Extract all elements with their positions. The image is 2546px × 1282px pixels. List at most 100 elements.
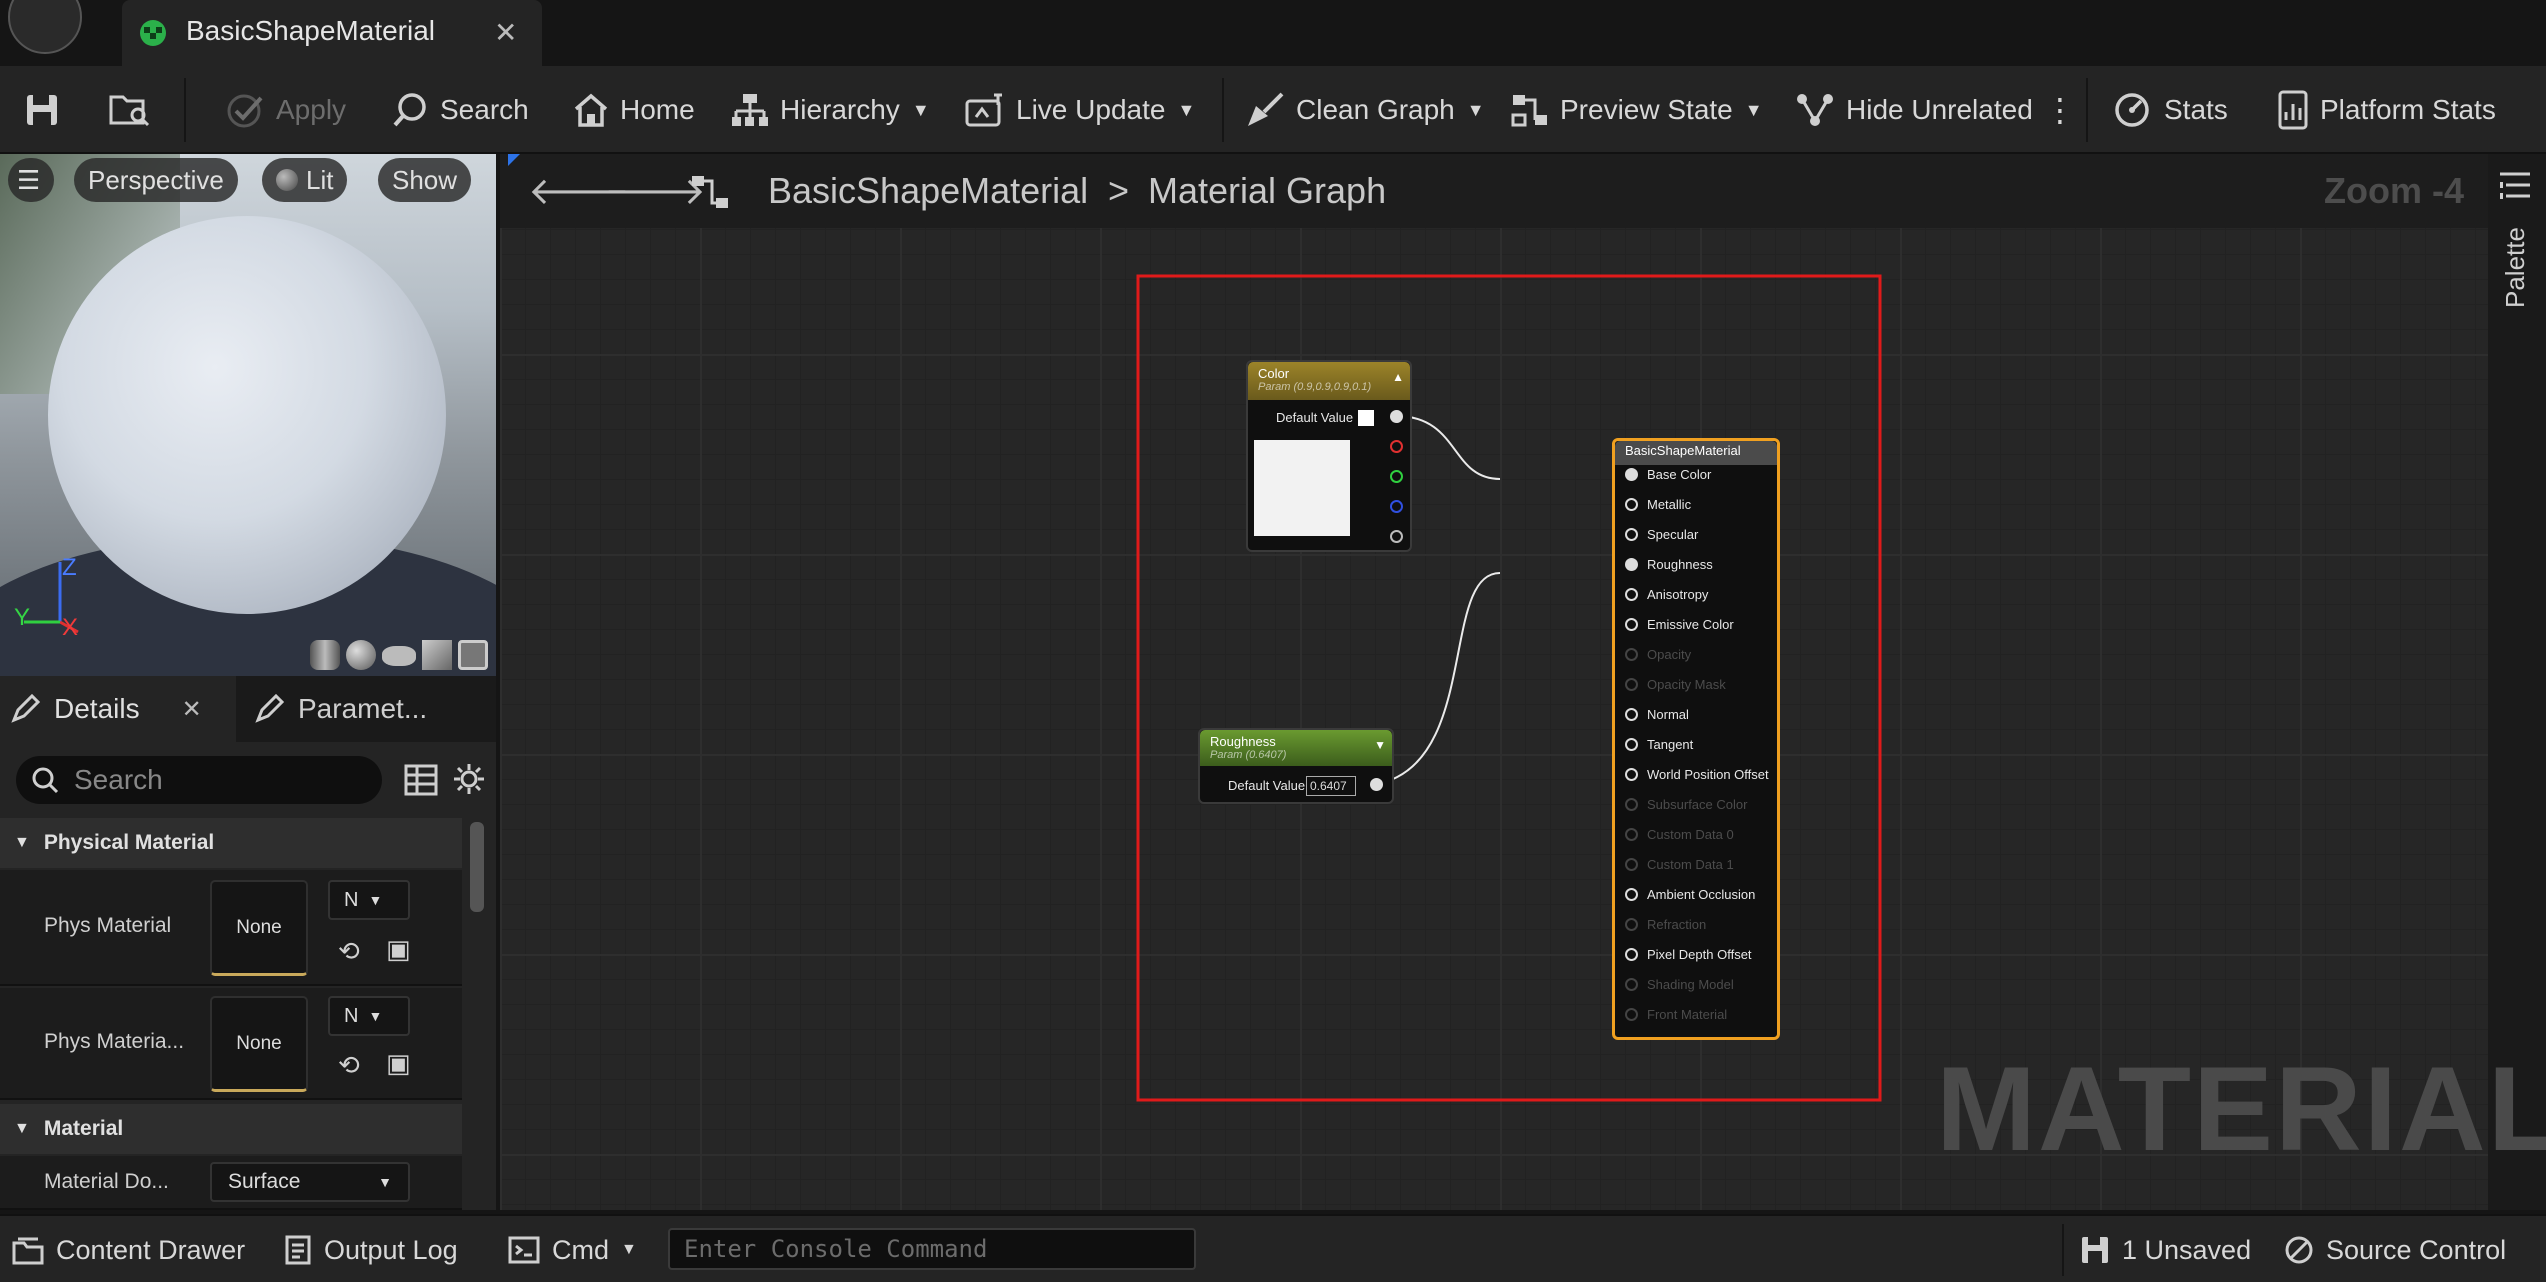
color-param-node[interactable]: Color Param (0.9,0.9,0.9,0.1) ▲ Default … [1246,360,1412,552]
content-drawer-button[interactable]: Content Drawer [12,1226,245,1274]
stats-button[interactable]: Stats [2112,84,2228,136]
hide-unrelated-button[interactable]: Hide Unrelated [1794,84,2033,136]
browse-button[interactable] [108,84,152,136]
cmd-dropdown[interactable]: Cmd ▼ [508,1226,637,1274]
material-input-pin[interactable] [1625,648,1638,661]
r-output-pin[interactable] [1390,440,1403,453]
unsaved-label: 1 Unsaved [2122,1234,2252,1265]
home-button[interactable]: Home [572,84,695,136]
chevron-down-icon[interactable]: ▼ [1374,738,1386,752]
unsaved-button[interactable]: 1 Unsaved [2080,1226,2251,1274]
a-output-pin[interactable] [1390,530,1403,543]
tab-close-icon[interactable]: ✕ [494,16,517,49]
details-search-input[interactable]: Search [16,756,382,804]
browse-asset-icon[interactable]: ▣ [386,1048,411,1079]
details-scrollbar[interactable] [470,822,484,912]
phys-material-label: Phys Material [44,914,172,937]
material-input-label: Anisotropy [1647,587,1709,602]
axis-x-label: X [62,614,79,641]
material-input-label: Emissive Color [1647,617,1734,632]
search-button[interactable]: Search [392,84,529,136]
material-input-pin[interactable] [1625,918,1638,931]
g-output-pin[interactable] [1390,470,1403,483]
use-selected-icon[interactable]: ⟲ [338,936,360,967]
search-placeholder: Search [74,764,163,795]
tab-basicshapematerial[interactable]: BasicShapeMaterial ✕ [122,0,542,66]
sphere-mesh-icon[interactable] [346,640,376,670]
material-input-pin[interactable] [1625,768,1638,781]
material-result-node[interactable]: BasicShapeMaterial Base Color Metallic Spe… [1612,438,1780,1040]
phys-material-mask-row: Phys Materia... None N ▼ ⟲ ▣ [0,988,462,1100]
phys-material-combo[interactable]: N ▼ [328,880,410,920]
phys-material-mask-combo[interactable]: N ▼ [328,996,410,1036]
material-input-pin[interactable] [1625,798,1638,811]
material-input-label: Metallic [1647,497,1692,512]
apply-button[interactable]: Apply [226,84,346,136]
material-heading: Material [43,1117,124,1140]
live-update-button[interactable]: Live Update ▼ [964,84,1195,136]
material-input-pin[interactable] [1625,558,1638,571]
viewport-menu-button[interactable]: ☰ [8,158,54,202]
chevron-up-icon[interactable]: ▲ [1392,370,1404,384]
table-view-icon[interactable] [404,764,438,796]
material-input-label: Pixel Depth Offset [1647,947,1752,962]
color-node-title: Color [1258,366,1290,381]
axis-y-label: Y [14,604,31,631]
teapot-mesh-icon[interactable] [458,640,488,670]
use-selected-icon[interactable]: ⟲ [338,1050,360,1081]
material-input-pin[interactable] [1625,588,1638,601]
material-icon [140,20,166,46]
material-input-pin[interactable] [1625,828,1638,841]
material-domain-dropdown[interactable]: Surface ▼ [210,1162,410,1202]
material-input-pin[interactable] [1625,528,1638,541]
material-input-pin[interactable] [1625,618,1638,631]
cylinder-mesh-icon[interactable] [310,640,340,670]
source-control-button[interactable]: Source Control [2284,1226,2506,1274]
tab-parameters[interactable]: Paramet... [248,676,496,742]
cube-mesh-icon[interactable] [422,640,452,670]
more-options-button[interactable]: ⋮ [2044,84,2076,136]
roughness-value-input[interactable]: 0.6407 [1306,776,1356,796]
show-button[interactable]: Show [378,158,472,202]
roughness-param-node[interactable]: Roughness Param (0.6407) ▼ Default Value… [1198,728,1394,804]
material-input-pin[interactable] [1625,948,1638,961]
plane-mesh-icon[interactable] [382,646,416,666]
material-input-label: Front Material [1647,1007,1728,1022]
tab-details[interactable]: Details ✕ [0,676,236,742]
browse-asset-icon[interactable]: ▣ [386,934,411,965]
material-input-pin[interactable] [1625,978,1638,991]
material-input-pin[interactable] [1625,858,1638,871]
rgba-output-pin[interactable] [1390,410,1403,423]
material-input-pin[interactable] [1625,678,1638,691]
perspective-button[interactable]: Perspective [74,158,238,202]
source-control-disabled-icon [2285,1236,2313,1264]
console-command-input[interactable]: Enter Console Command [668,1228,1196,1270]
lit-button[interactable]: Lit [262,158,348,202]
b-output-pin[interactable] [1390,500,1403,513]
phys-material-thumbnail[interactable]: None [210,880,308,976]
section-material[interactable]: ▼ Material [0,1104,462,1154]
details-close-icon[interactable]: ✕ [182,695,202,724]
roughness-output-pin[interactable] [1370,778,1383,791]
color-node-subtitle: Param (0.9,0.9,0.9,0.1) [1258,381,1372,393]
output-log-button[interactable]: Output Log [284,1226,458,1274]
search-icon [393,93,426,127]
color-swatch[interactable] [1358,410,1374,426]
platform-stats-button[interactable]: Platform Stats [2276,84,2496,136]
material-input-pin[interactable] [1625,708,1638,721]
save-button[interactable] [24,84,60,136]
material-input-pin[interactable] [1625,1008,1638,1021]
section-physical-material[interactable]: ▼ Physical Material [0,818,462,868]
unreal-logo-icon[interactable] [8,0,82,54]
settings-gear-icon[interactable] [452,762,486,796]
material-input-pin[interactable] [1625,498,1638,511]
material-input-pin[interactable] [1625,738,1638,751]
phys-material-mask-combo-value: N [344,1004,359,1027]
clean-graph-button[interactable]: Clean Graph ▼ [1244,84,1485,136]
material-input-pin[interactable] [1625,468,1638,481]
material-input-pin[interactable] [1625,888,1638,901]
platform-stats-icon [2278,90,2308,130]
phys-material-mask-thumbnail[interactable]: None [210,996,308,1092]
preview-state-button[interactable]: Preview State ▼ [1510,84,1763,136]
hierarchy-button[interactable]: Hierarchy ▼ [730,84,930,136]
